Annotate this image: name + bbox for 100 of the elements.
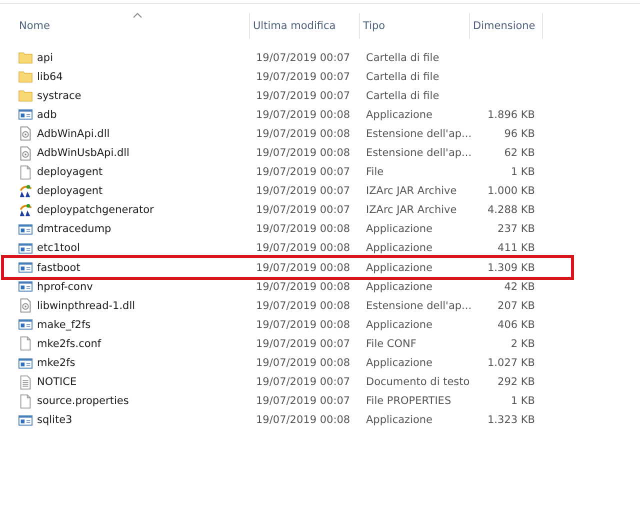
file-row[interactable]: deploypatchgenerator 19/07/2019 00:07 IZArc JAR Archive 4.288 KB <box>16 200 640 220</box>
file-row[interactable]: sqlite3 19/07/2019 00:08 Applicazione 1.323 KB <box>16 410 640 430</box>
file-size: 406 KB <box>498 318 535 331</box>
file-name-text: deploypatchgenerator <box>37 204 154 216</box>
modified-date: 19/07/2019 00:08 <box>255 147 352 160</box>
file-row[interactable]: make_f2fs 19/07/2019 00:08 Applicazione 406 KB <box>16 315 640 334</box>
file-row[interactable]: deployagent 19/07/2019 00:07 IZArc JAR Archive 1.000 KB <box>16 182 640 201</box>
file-name-text: libwinpthread-1.dll <box>37 300 136 312</box>
file-size: 2 KB <box>510 338 535 350</box>
file-size: 1.027 KB <box>488 357 535 370</box>
application-icon <box>18 107 33 122</box>
file-type: Documento di testo <box>365 376 470 388</box>
modified-date: 19/07/2019 00:08 <box>255 414 352 426</box>
file-name-text: deployagent <box>37 166 103 178</box>
file-type: Applicazione <box>365 280 434 293</box>
modified-date: 19/07/2019 00:07 <box>255 52 352 64</box>
modified-date: 19/07/2019 00:08 <box>255 357 352 370</box>
file-name-text: AdbWinApi.dll <box>37 128 110 140</box>
file-row[interactable]: systrace 19/07/2019 00:07 Cartella di file <box>16 86 640 106</box>
modified-date: 19/07/2019 00:08 <box>255 318 352 331</box>
file-size: 237 KB <box>498 223 535 236</box>
file-size: 1.309 KB <box>488 262 535 274</box>
jar-archive-icon <box>18 184 33 199</box>
gear-document-icon <box>18 126 33 142</box>
modified-date: 19/07/2019 00:08 <box>255 128 352 140</box>
file-type: Applicazione <box>365 318 434 331</box>
gear-document-icon <box>18 298 33 314</box>
file-type: Applicazione <box>365 414 434 426</box>
file-size: 292 KB <box>498 376 535 388</box>
file-type: Cartella di file <box>365 52 440 64</box>
modified-date: 19/07/2019 00:07 <box>255 185 352 198</box>
file-type: Estensione dell'ap... <box>365 128 470 140</box>
file-size: 4.288 KB <box>488 204 535 216</box>
file-size: 207 KB <box>498 300 535 312</box>
blank-document-icon <box>18 336 33 352</box>
modified-date: 19/07/2019 00:08 <box>255 223 352 236</box>
file-name-text: etc1tool <box>37 242 80 254</box>
file-name-text: dmtracedump <box>37 223 112 236</box>
modified-date: 19/07/2019 00:07 <box>255 90 352 102</box>
file-row[interactable]: NOTICE 19/07/2019 00:07 Documento di testo 292 KB <box>16 372 640 392</box>
file-name-text: sqlite3 <box>37 414 72 426</box>
file-row[interactable]: libwinpthread-1.dll 19/07/2019 00:08 Estensione dell'ap... 207 KB <box>16 296 640 316</box>
file-type: IZArc JAR Archive <box>365 204 458 216</box>
file-name-text: mke2fs <box>37 357 76 370</box>
file-name-text: NOTICE <box>37 376 77 388</box>
file-type: IZArc JAR Archive <box>365 185 458 198</box>
folder-icon <box>18 88 33 104</box>
file-name-text: make_f2fs <box>37 318 91 331</box>
file-name-text: deployagent <box>37 185 103 198</box>
file-row[interactable]: mke2fs 19/07/2019 00:08 Applicazione 1.027 KB <box>16 354 640 373</box>
file-type: File CONF <box>365 338 418 350</box>
file-row[interactable]: source.properties 19/07/2019 00:07 File PROPERTIES 1 KB <box>16 392 640 411</box>
modified-date: 19/07/2019 00:08 <box>255 300 352 312</box>
file-type: File <box>365 166 385 178</box>
gear-document-icon <box>18 146 33 161</box>
modified-date: 19/07/2019 00:08 <box>255 242 352 254</box>
modified-date: 19/07/2019 00:08 <box>255 108 352 121</box>
column-header[interactable]: Ultima modifica <box>250 13 360 39</box>
file-row[interactable]: dmtracedump 19/07/2019 00:08 Applicazione 237 KB <box>16 220 640 239</box>
column-header[interactable]: Dimensione <box>470 13 543 39</box>
file-type: Applicazione <box>365 242 434 254</box>
column-header[interactable]: Tipo <box>360 13 470 39</box>
highlighted-file-row[interactable]: fastboot 19/07/2019 00:08 Applicazione 1.309 KB <box>4 258 571 278</box>
application-icon <box>18 356 33 371</box>
file-name-text: api <box>37 52 54 64</box>
file-type: Applicazione <box>365 223 434 236</box>
file-row[interactable]: adb 19/07/2019 00:08 Applicazione 1.896 KB <box>16 105 640 124</box>
modified-date: 19/07/2019 00:07 <box>255 166 352 178</box>
file-type: Cartella di file <box>365 70 440 83</box>
application-icon <box>18 260 33 276</box>
modified-date: 19/07/2019 00:07 <box>255 70 352 83</box>
file-type: Cartella di file <box>365 90 440 102</box>
file-row[interactable]: lib64 19/07/2019 00:07 Cartella di file <box>16 67 640 86</box>
file-name-text: mke2fs.conf <box>37 338 102 350</box>
blank-document-icon <box>18 164 33 180</box>
file-size: 1.000 KB <box>488 185 535 198</box>
file-row[interactable]: hprof-conv 19/07/2019 00:08 Applicazione 42 KB <box>16 277 640 296</box>
file-size: 1.896 KB <box>488 108 535 121</box>
file-type: Estensione dell'ap... <box>365 300 470 312</box>
modified-date: 19/07/2019 00:07 <box>255 204 352 216</box>
file-type: Estensione dell'ap... <box>365 147 470 160</box>
file-row[interactable]: etc1tool 19/07/2019 00:08 Applicazione 411 KB <box>16 238 640 258</box>
modified-date: 19/07/2019 00:08 <box>255 280 352 293</box>
file-type: File PROPERTIES <box>365 395 452 408</box>
file-size: 1 KB <box>510 166 535 178</box>
column-header[interactable]: Nome <box>16 13 250 39</box>
modified-date: 19/07/2019 00:07 <box>255 395 352 408</box>
blank-document-icon <box>18 394 33 409</box>
file-name-text: AdbWinUsbApi.dll <box>37 147 130 160</box>
file-size: 1.323 KB <box>488 414 535 426</box>
file-size: 96 KB <box>504 128 535 140</box>
modified-date: 19/07/2019 00:07 <box>255 338 352 350</box>
file-name-text: hprof-conv <box>37 280 93 293</box>
file-row[interactable]: AdbWinApi.dll 19/07/2019 00:08 Estensione dell'ap... 96 KB <box>16 124 640 144</box>
file-type: Applicazione <box>365 108 434 121</box>
file-row[interactable]: mke2fs.conf 19/07/2019 00:07 File CONF 2 KB <box>16 334 640 354</box>
file-row[interactable]: AdbWinUsbApi.dll 19/07/2019 00:08 Estensione dell'ap... 62 KB <box>16 143 640 163</box>
file-size: 42 KB <box>504 280 535 293</box>
file-row[interactable]: api 19/07/2019 00:07 Cartella di file <box>16 48 640 68</box>
file-row[interactable]: deployagent 19/07/2019 00:07 File 1 KB <box>16 162 640 182</box>
